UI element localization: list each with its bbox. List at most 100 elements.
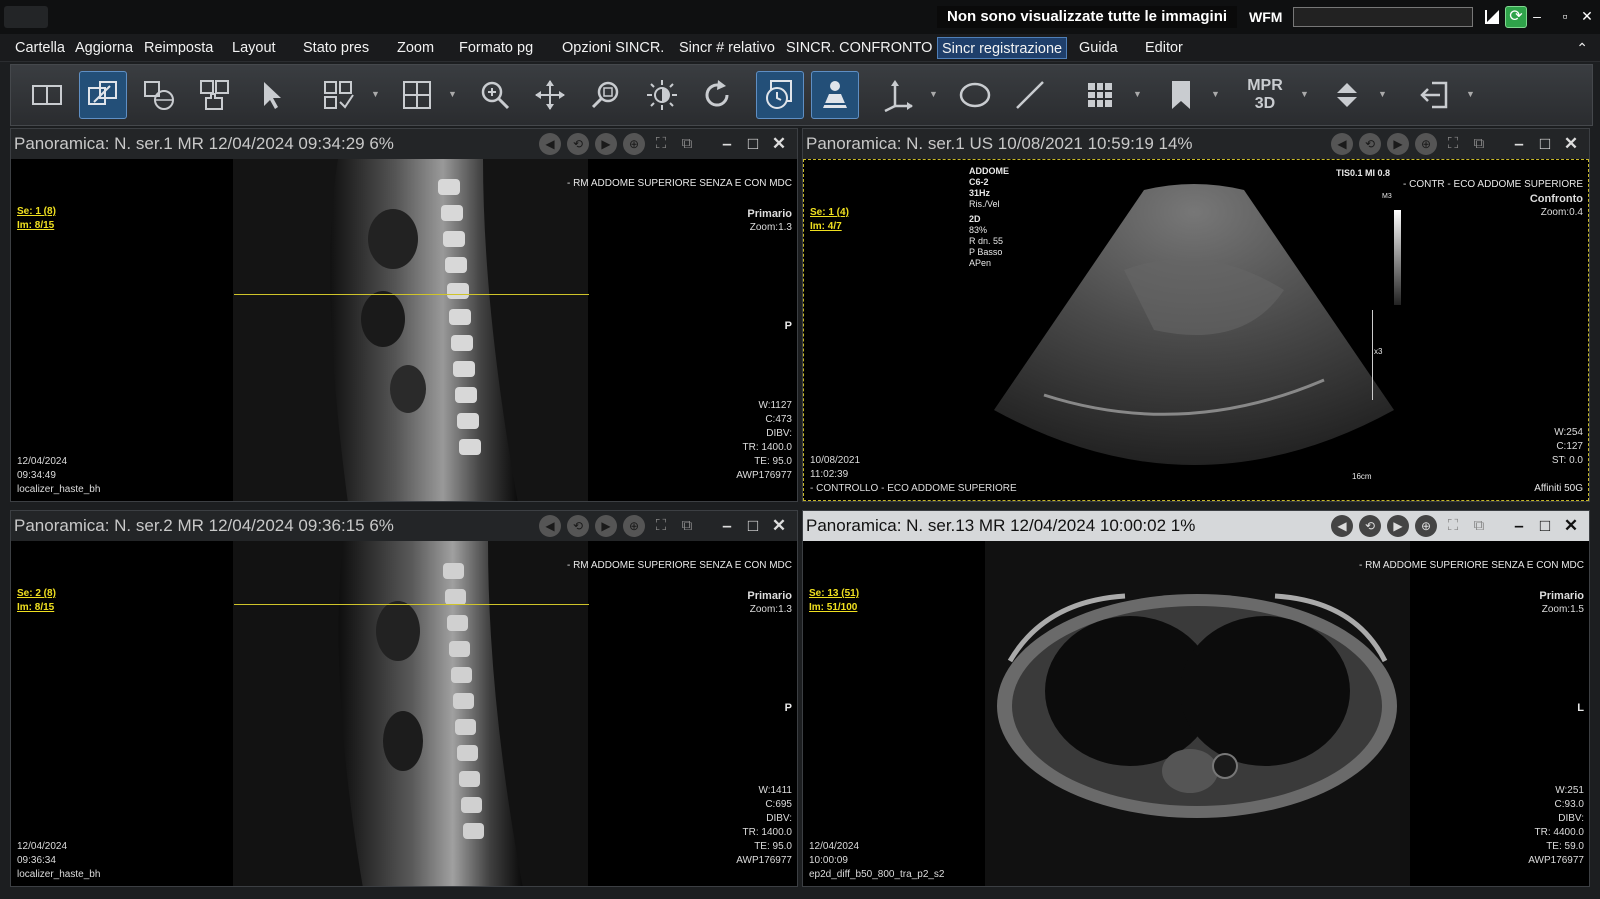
- axis-icon[interactable]: [874, 71, 922, 119]
- axis-dropdown-icon[interactable]: ▼: [929, 89, 938, 99]
- sync-cross-icon[interactable]: ⊕: [1415, 133, 1437, 155]
- cine-loop-icon[interactable]: ⟲: [567, 133, 589, 155]
- layout-grid-icon[interactable]: [315, 71, 363, 119]
- next-image-icon[interactable]: ▶: [595, 515, 617, 537]
- menu-opzioni-sincr[interactable]: Opzioni SINCR.: [562, 37, 664, 59]
- mpr-dropdown-icon[interactable]: ▼: [1300, 89, 1309, 99]
- cine-icon[interactable]: [756, 71, 804, 119]
- prev-image-icon[interactable]: ◀: [539, 133, 561, 155]
- viewport-mr-series-2[interactable]: Panoramica: N. ser.2 MR 12/04/2024 09:36…: [10, 510, 798, 887]
- series-stack-icon[interactable]: ⧉: [1469, 516, 1489, 536]
- minimize-pane-icon[interactable]: –: [1509, 134, 1529, 154]
- hand-pan-icon[interactable]: [191, 71, 239, 119]
- hanging-protocol-dropdown-icon[interactable]: ▼: [1133, 89, 1142, 99]
- maximize-pane-icon[interactable]: □: [1535, 516, 1555, 536]
- line-measure-icon[interactable]: [1006, 71, 1054, 119]
- layout-grid-dropdown-icon[interactable]: ▼: [371, 89, 380, 99]
- bookmark-icon[interactable]: [1157, 71, 1205, 119]
- sync-icon[interactable]: ⟳: [1505, 6, 1527, 28]
- close-pane-icon[interactable]: ✕: [1561, 516, 1581, 536]
- hanging-protocol-icon[interactable]: [1076, 71, 1124, 119]
- fit-icon[interactable]: ⛶: [651, 134, 671, 154]
- fit-icon[interactable]: ⛶: [1443, 134, 1463, 154]
- sync-cross-icon[interactable]: ⊕: [623, 515, 645, 537]
- collapse-ribbon-icon[interactable]: ⌃: [1576, 37, 1588, 59]
- prev-image-icon[interactable]: ◀: [1331, 515, 1353, 537]
- magnify-icon[interactable]: [471, 71, 519, 119]
- series-stack-icon[interactable]: ⧉: [1469, 134, 1489, 154]
- menu-editor[interactable]: Editor: [1145, 37, 1183, 59]
- menu-stato-pres[interactable]: Stato pres: [303, 37, 369, 59]
- exit-dropdown-icon[interactable]: ▼: [1466, 89, 1475, 99]
- menu-guida[interactable]: Guida: [1079, 37, 1118, 59]
- sync-cross-icon[interactable]: ⊕: [1415, 515, 1437, 537]
- next-image-icon[interactable]: ▶: [1387, 515, 1409, 537]
- series-stack-icon[interactable]: ⧉: [677, 516, 697, 536]
- image-area[interactable]: - RM ADDOME SUPERIORE SENZA E CON MDC Se…: [11, 159, 797, 501]
- rotate-icon[interactable]: [693, 71, 741, 119]
- close-pane-icon[interactable]: ✕: [769, 516, 789, 536]
- pointer-icon[interactable]: [247, 71, 295, 119]
- scroll-updown-icon[interactable]: [1323, 71, 1371, 119]
- minimize-pane-icon[interactable]: –: [1509, 516, 1529, 536]
- patient-icon[interactable]: [811, 71, 859, 119]
- image-link[interactable]: Im: 8/15: [17, 219, 56, 233]
- prev-image-icon[interactable]: ◀: [1331, 133, 1353, 155]
- brightness-icon[interactable]: [638, 71, 686, 119]
- exit-icon[interactable]: [1411, 71, 1459, 119]
- sync-cross-icon[interactable]: ⊕: [623, 133, 645, 155]
- maximize-pane-icon[interactable]: □: [1535, 134, 1555, 154]
- series-link[interactable]: Se: 1 (8): [17, 205, 56, 219]
- menu-reimposta[interactable]: Reimposta: [144, 37, 213, 59]
- fit-icon[interactable]: ⛶: [1443, 516, 1463, 536]
- menu-zoom[interactable]: Zoom: [397, 37, 434, 59]
- menu-cartella[interactable]: Cartella: [15, 37, 65, 59]
- cine-loop-icon[interactable]: ⟲: [1359, 133, 1381, 155]
- bookmark-dropdown-icon[interactable]: ▼: [1211, 89, 1220, 99]
- maximize-pane-icon[interactable]: □: [743, 134, 763, 154]
- globe-sync-icon[interactable]: [135, 71, 183, 119]
- zoom-rect-icon[interactable]: [583, 71, 631, 119]
- maximize-pane-icon[interactable]: □: [743, 516, 763, 536]
- layout-toggle-icon[interactable]: [23, 71, 71, 119]
- series-stack-icon[interactable]: ⧉: [677, 134, 697, 154]
- cine-loop-icon[interactable]: ⟲: [567, 515, 589, 537]
- series-grid-icon[interactable]: [393, 71, 441, 119]
- link-series-icon[interactable]: [79, 71, 127, 119]
- menu-layout[interactable]: Layout: [232, 37, 276, 59]
- series-link[interactable]: Se: 13 (51): [809, 587, 859, 601]
- maximize-icon[interactable]: ▫: [1556, 6, 1574, 26]
- next-image-icon[interactable]: ▶: [595, 133, 617, 155]
- image-area[interactable]: - CONTR - ECO ADDOME SUPERIORE ADDOME C6…: [803, 159, 1589, 501]
- move-icon[interactable]: [526, 71, 574, 119]
- menu-sincr-relativo[interactable]: Sincr # relativo: [679, 37, 775, 59]
- image-link[interactable]: Im: 8/15: [17, 601, 56, 615]
- minimize-pane-icon[interactable]: –: [717, 516, 737, 536]
- cine-loop-icon[interactable]: ⟲: [1359, 515, 1381, 537]
- mpr-3d-icon[interactable]: MPR 3D: [1234, 71, 1296, 119]
- prev-image-icon[interactable]: ◀: [539, 515, 561, 537]
- series-link[interactable]: Se: 2 (8): [17, 587, 56, 601]
- minimize-icon[interactable]: –: [1528, 6, 1546, 26]
- ellipse-roi-icon[interactable]: [951, 71, 999, 119]
- menu-formato-pg[interactable]: Formato pg: [459, 37, 533, 59]
- viewport-us-series-1[interactable]: Panoramica: N. ser.1 US 10/08/2021 10:59…: [802, 128, 1590, 502]
- series-grid-dropdown-icon[interactable]: ▼: [448, 89, 457, 99]
- menu-sincr-confronto[interactable]: SINCR. CONFRONTO: [786, 37, 932, 59]
- menu-sincr-registrazione[interactable]: Sincr registrazione: [937, 37, 1068, 59]
- viewport-mr-series-13[interactable]: Panoramica: N. ser.13 MR 12/04/2024 10:0…: [802, 510, 1590, 887]
- wfm-input[interactable]: [1293, 7, 1473, 27]
- image-link[interactable]: Im: 4/7: [810, 220, 849, 234]
- viewport-mr-series-1[interactable]: Panoramica: N. ser.1 MR 12/04/2024 09:34…: [10, 128, 798, 502]
- close-pane-icon[interactable]: ✕: [1561, 134, 1581, 154]
- menu-aggiorna[interactable]: Aggiorna: [75, 37, 133, 59]
- signal-icon[interactable]: [1484, 9, 1500, 25]
- image-link[interactable]: Im: 51/100: [809, 601, 859, 615]
- image-area[interactable]: - RM ADDOME SUPERIORE SENZA E CON MDC Se…: [803, 541, 1589, 886]
- minimize-pane-icon[interactable]: –: [717, 134, 737, 154]
- fit-icon[interactable]: ⛶: [651, 516, 671, 536]
- scroll-dropdown-icon[interactable]: ▼: [1378, 89, 1387, 99]
- next-image-icon[interactable]: ▶: [1387, 133, 1409, 155]
- image-area[interactable]: - RM ADDOME SUPERIORE SENZA E CON MDC Se…: [11, 541, 797, 886]
- series-link[interactable]: Se: 1 (4): [810, 206, 849, 220]
